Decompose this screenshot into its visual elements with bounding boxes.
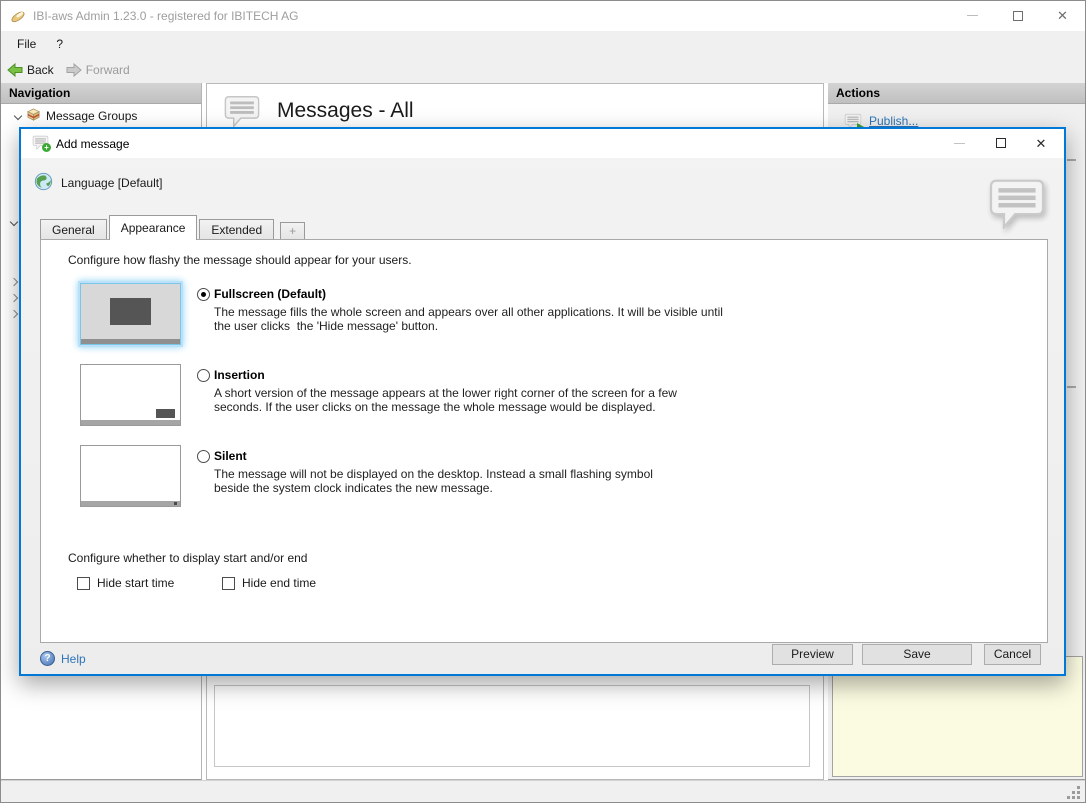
thumb-taskbar [81, 501, 180, 506]
close-icon: ✕ [1036, 137, 1047, 150]
thumb-message-box [156, 409, 175, 418]
help-icon: ? [40, 651, 55, 666]
thumb-message-box [110, 298, 151, 325]
actions-header: Actions [828, 83, 1086, 104]
tree-item-label: Message Groups [46, 109, 137, 123]
globe-icon [34, 172, 53, 194]
close-button[interactable]: ✕ [1040, 1, 1085, 30]
hide-end-time-label: Hide end time [242, 576, 316, 590]
close-icon: ✕ [1057, 9, 1068, 22]
chevron-right-icon[interactable] [10, 278, 18, 286]
insertion-thumbnail[interactable] [80, 364, 181, 426]
hide-start-time-option: Hide start time [77, 576, 174, 590]
window-title: IBI-aws Admin 1.23.0 - registered for IB… [33, 9, 298, 23]
action-separator [1067, 386, 1076, 388]
maximize-icon [996, 138, 1006, 148]
chevron-down-icon[interactable] [10, 218, 18, 226]
messages-header: Messages - All [207, 84, 823, 128]
tab-bar: General Appearance Extended + [40, 214, 307, 240]
minimize-icon [954, 143, 965, 144]
silent-label: Silent [214, 449, 247, 463]
menubar: File ? [1, 31, 1085, 57]
add-message-dialog: + Add message ✕ Language [Default] Gener… [19, 127, 1066, 676]
silent-radio[interactable] [197, 450, 210, 463]
thumb-tray-dot [174, 502, 177, 505]
minimize-button[interactable] [950, 1, 995, 30]
chevron-down-icon[interactable] [14, 112, 22, 120]
app-window: IBI-aws Admin 1.23.0 - registered for IB… [0, 0, 1086, 803]
menu-help[interactable]: ? [46, 31, 73, 57]
tab-extended[interactable]: Extended [199, 219, 274, 240]
silent-description: The message will not be displayed on the… [214, 467, 682, 495]
insertion-description: A short version of the message appears a… [214, 386, 724, 414]
thumb-taskbar [81, 420, 180, 425]
titlebar: IBI-aws Admin 1.23.0 - registered for IB… [1, 1, 1085, 31]
save-button[interactable]: Save [862, 644, 972, 665]
fullscreen-radio[interactable] [197, 288, 210, 301]
insertion-radio[interactable] [197, 369, 210, 382]
dialog-title: Add message [56, 137, 129, 151]
thumb-taskbar [81, 339, 180, 344]
silent-thumbnail[interactable] [80, 445, 181, 507]
message-bubble-icon [223, 94, 261, 128]
chevron-right-icon[interactable] [10, 294, 18, 302]
hide-end-time-checkbox[interactable] [222, 577, 235, 590]
message-detail-box [214, 685, 810, 767]
dialog-close-button[interactable]: ✕ [1020, 129, 1062, 157]
intro-text: Configure how flashy the message should … [68, 253, 412, 267]
time-config-label: Configure whether to display start and/o… [68, 551, 307, 565]
help-label: Help [61, 652, 86, 666]
page-title: Messages - All [277, 99, 414, 123]
back-arrow-icon [7, 62, 23, 78]
language-label: Language [Default] [61, 176, 162, 190]
toolbar: Back Forward [1, 57, 1085, 83]
cancel-button[interactable]: Cancel [984, 644, 1041, 665]
language-row: Language [Default] [34, 172, 162, 194]
menu-file[interactable]: File [7, 31, 46, 57]
message-groups-icon [26, 107, 41, 125]
fullscreen-description: The message fills the whole screen and a… [214, 305, 724, 333]
hide-end-time-option: Hide end time [222, 576, 316, 590]
tab-appearance[interactable]: Appearance [109, 215, 198, 240]
preview-button[interactable]: Preview [772, 644, 853, 665]
dialog-footer: ? Help Preview Save Cancel [21, 641, 1064, 674]
appearance-tab-content: Configure how flashy the message should … [40, 239, 1048, 643]
app-logo-icon [10, 8, 26, 27]
statusbar [1, 780, 1085, 803]
plus-badge-icon: + [42, 143, 51, 152]
publish-link[interactable]: Publish... [869, 114, 918, 128]
chevron-right-icon[interactable] [10, 310, 18, 318]
forward-label: Forward [86, 63, 130, 77]
action-separator [1067, 159, 1076, 161]
message-bubble-watermark-icon [987, 177, 1047, 232]
forward-button[interactable]: Forward [60, 59, 136, 81]
tab-general[interactable]: General [40, 219, 107, 240]
hide-start-time-label: Hide start time [97, 576, 174, 590]
navigation-header: Navigation [1, 83, 201, 104]
fullscreen-label: Fullscreen (Default) [214, 287, 326, 301]
back-button[interactable]: Back [1, 59, 60, 81]
fullscreen-thumbnail[interactable] [80, 283, 181, 345]
maximize-icon [1013, 11, 1023, 21]
dialog-titlebar: + Add message ✕ [21, 129, 1064, 158]
publish-action[interactable]: Publish... [828, 104, 1086, 129]
dialog-maximize-button[interactable] [980, 129, 1022, 157]
minimize-icon [967, 15, 978, 16]
tab-add-language[interactable]: + [280, 222, 305, 240]
tree-item-message-groups[interactable]: Message Groups [1, 107, 201, 125]
help-link[interactable]: ? Help [40, 651, 86, 666]
forward-arrow-icon [66, 62, 82, 78]
add-message-icon: + [32, 135, 52, 152]
dialog-minimize-button[interactable] [938, 129, 980, 157]
hide-start-time-checkbox[interactable] [77, 577, 90, 590]
resize-grip[interactable] [1077, 796, 1080, 799]
insertion-label: Insertion [214, 368, 265, 382]
maximize-button[interactable] [995, 1, 1040, 30]
back-label: Back [27, 63, 54, 77]
